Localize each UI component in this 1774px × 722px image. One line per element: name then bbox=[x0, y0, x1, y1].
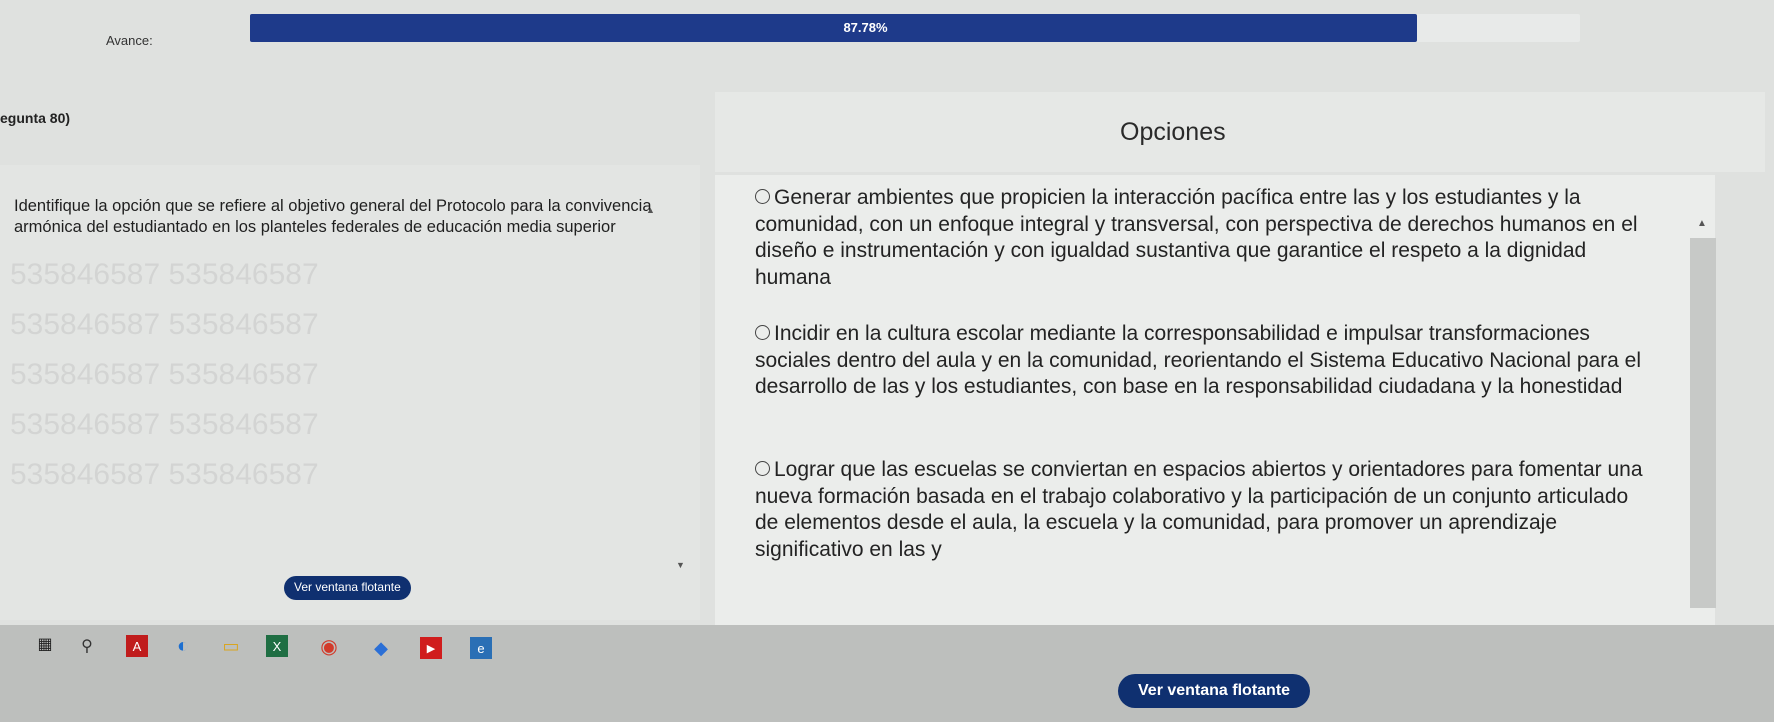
progress-bar: 87.78% bbox=[250, 14, 1580, 42]
floating-window-button[interactable]: Ver ventana flotante bbox=[1118, 674, 1311, 708]
options-title: Opciones bbox=[1120, 118, 1226, 146]
question-text: Identifique la opción que se refiere al … bbox=[14, 197, 652, 236]
radio-option-2[interactable] bbox=[755, 325, 770, 340]
options-scrollbar[interactable] bbox=[1690, 238, 1716, 608]
question-scroll-down-icon[interactable]: ▼ bbox=[676, 560, 685, 570]
excel-icon[interactable]: X bbox=[266, 635, 288, 657]
options-header bbox=[715, 92, 1765, 172]
photos-icon[interactable]: ◆ bbox=[370, 637, 392, 659]
taskbar: ▦ ⚲ A ◐ ▭ X ◉ ◆ ▶ e bbox=[0, 625, 1774, 722]
screen: Avance: 87.78% egunta 80) Opciones 53584… bbox=[0, 0, 1774, 722]
progress-value: 87.78% bbox=[843, 20, 888, 35]
acrobat-icon[interactable]: A bbox=[126, 635, 148, 657]
option-1[interactable]: Generar ambientes que propicien la inter… bbox=[755, 185, 1655, 291]
option-3[interactable]: Lograr que las escuelas se conviertan en… bbox=[755, 457, 1655, 563]
question-number: egunta 80) bbox=[0, 110, 71, 126]
youtube-icon[interactable]: ▶ bbox=[420, 637, 442, 659]
question-scroll-up-icon[interactable]: ▲ bbox=[646, 205, 655, 215]
floating-window-button-small[interactable]: Ver ventana flotante bbox=[284, 576, 411, 600]
app-icon[interactable]: e bbox=[470, 637, 492, 659]
option-2-text: Incidir en la cultura escolar mediante l… bbox=[755, 322, 1642, 398]
progress-label: Avance: bbox=[106, 33, 153, 48]
chrome-icon[interactable]: ◉ bbox=[318, 635, 340, 658]
option-3-text: Lograr que las escuelas se conviertan en… bbox=[755, 458, 1643, 561]
edge-icon[interactable]: ◐ bbox=[172, 635, 194, 657]
option-2[interactable]: Incidir en la cultura escolar mediante l… bbox=[755, 321, 1655, 401]
scroll-up-icon[interactable]: ▲ bbox=[1697, 218, 1707, 229]
options-panel: Generar ambientes que propicien la inter… bbox=[715, 175, 1715, 630]
radio-option-1[interactable] bbox=[755, 189, 770, 204]
windows-icon[interactable]: ▦ bbox=[34, 633, 56, 655]
file-explorer-icon[interactable]: ▭ bbox=[220, 635, 242, 657]
radio-option-3[interactable] bbox=[755, 461, 770, 476]
option-1-text: Generar ambientes que propicien la inter… bbox=[755, 186, 1638, 289]
search-icon[interactable]: ⚲ bbox=[76, 635, 98, 657]
